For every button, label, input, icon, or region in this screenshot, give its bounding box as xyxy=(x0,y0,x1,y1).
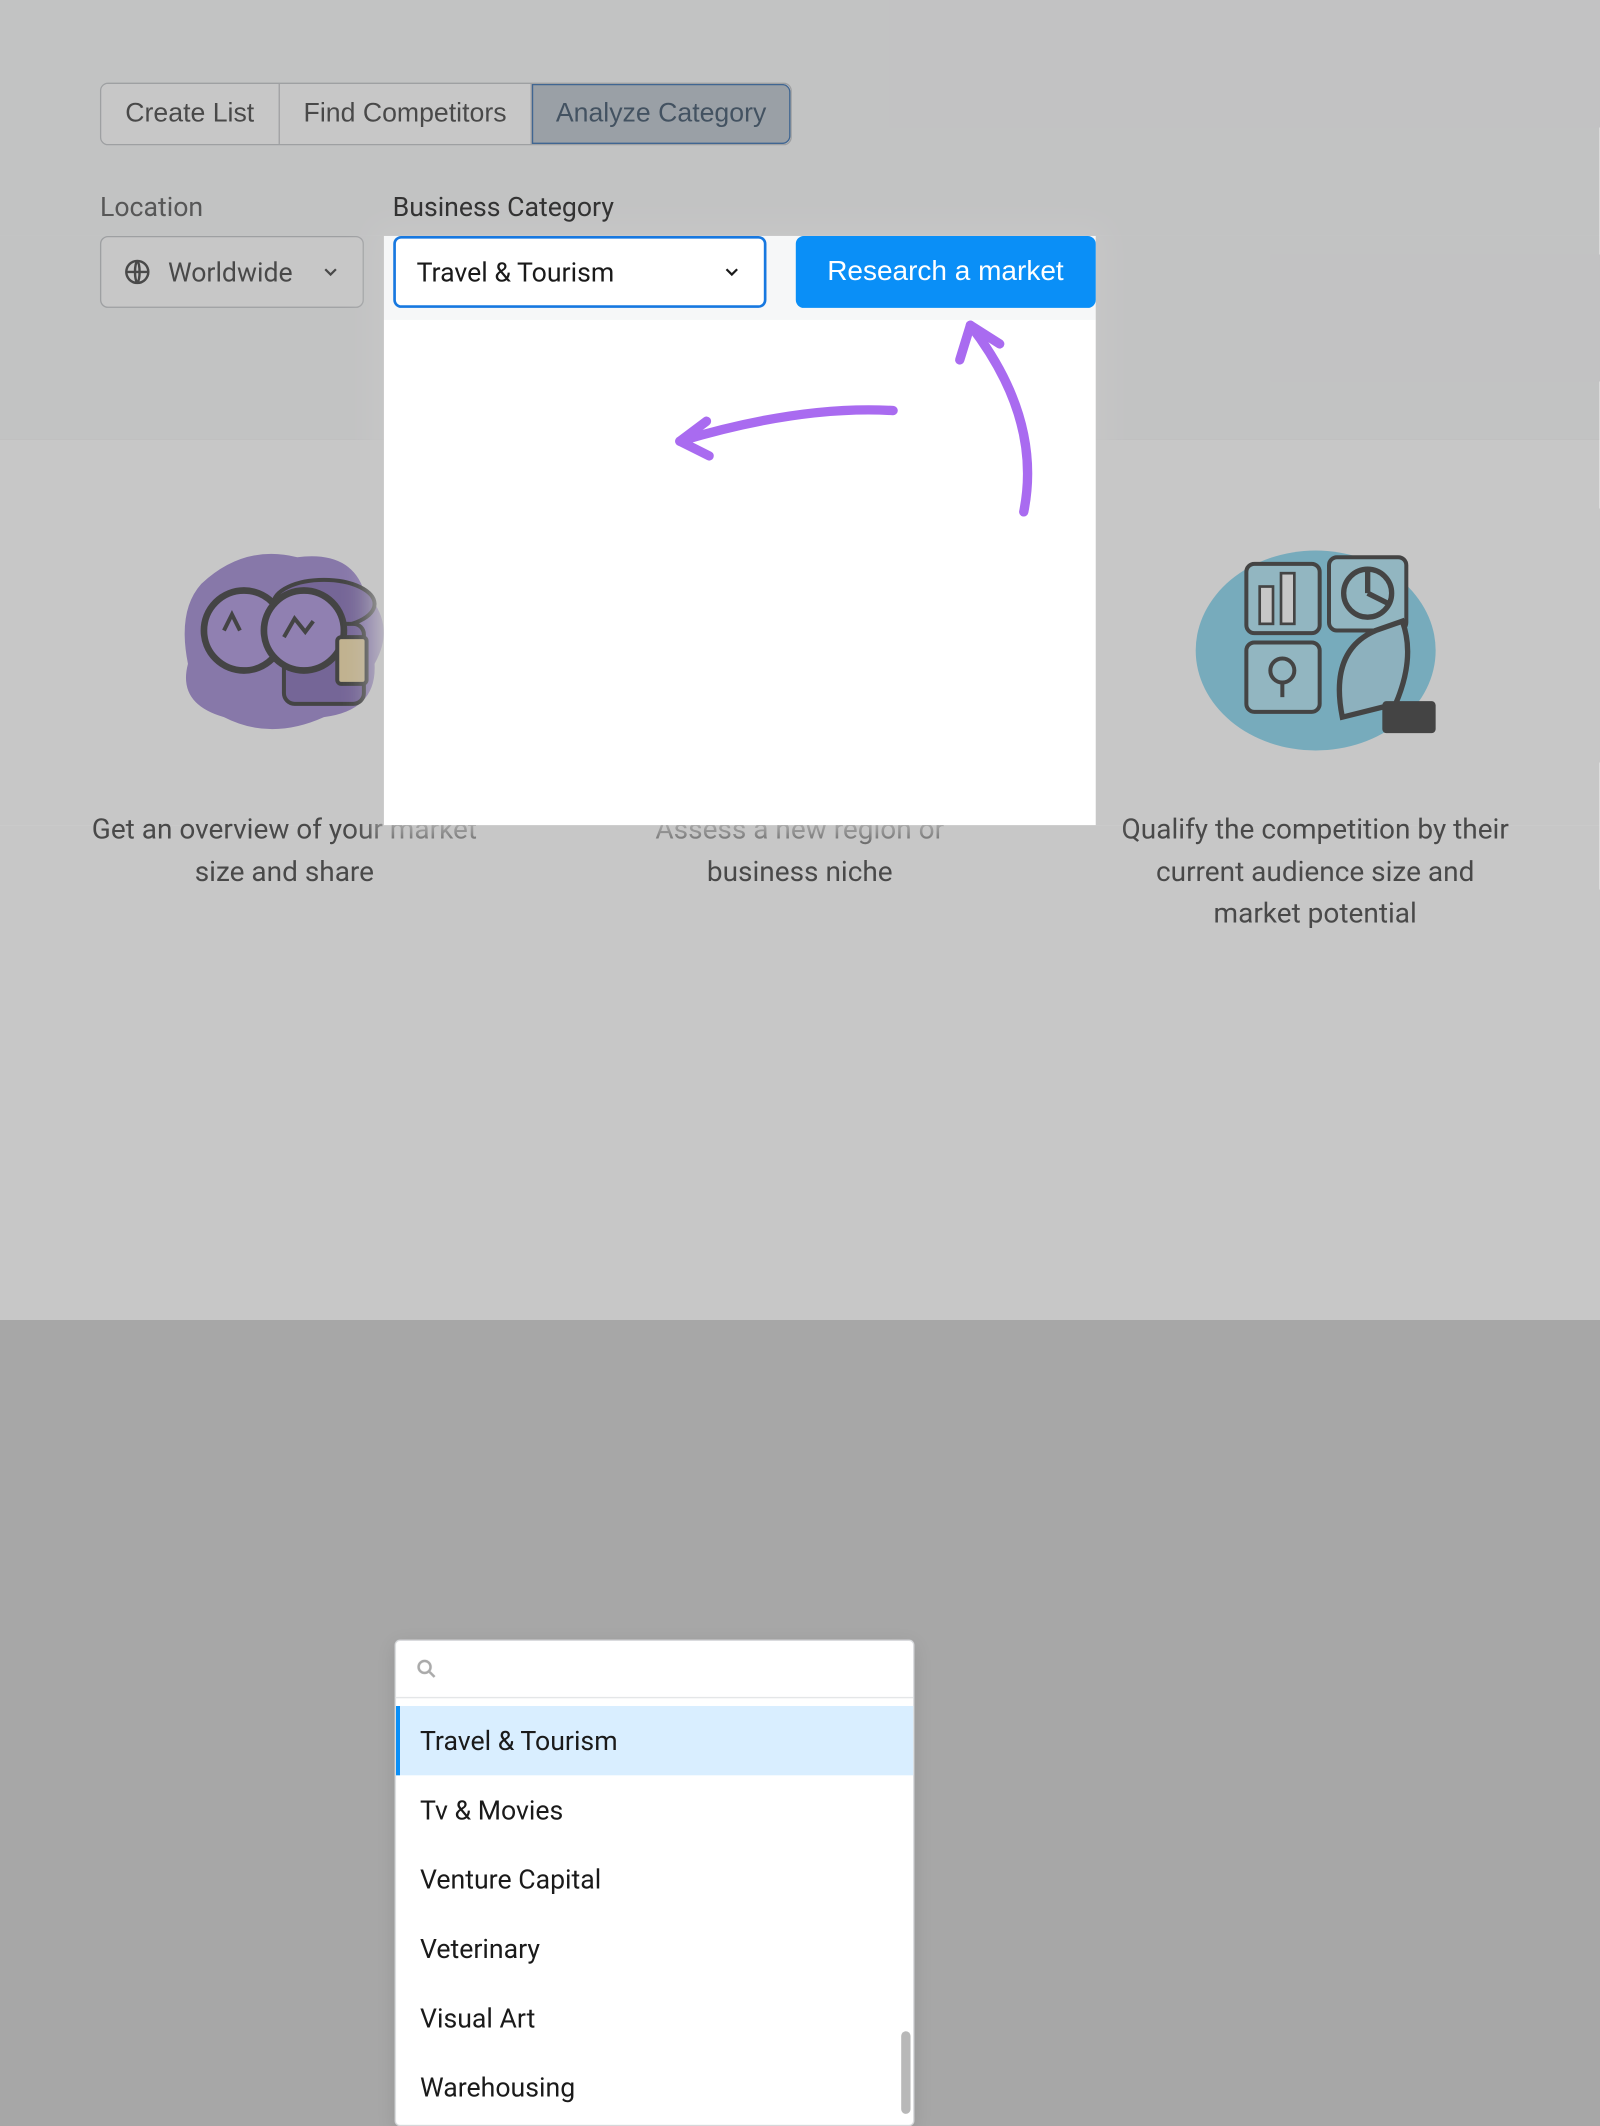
research-market-button[interactable]: Research a market xyxy=(795,236,1095,308)
card-qualify: Qualify the competition by their current… xyxy=(1115,504,1515,937)
card-qualify-text: Qualify the competition by their current… xyxy=(1115,810,1515,936)
dropdown-option-veterinary[interactable]: Veterinary xyxy=(396,1914,913,1983)
search-icon xyxy=(415,1657,439,1681)
highlight-region xyxy=(384,236,1096,825)
location-select[interactable]: Worldwide xyxy=(100,236,363,308)
qualify-illustration xyxy=(1182,504,1449,771)
dropdown-list[interactable]: Travel & Tourism Tv & Movies Venture Cap… xyxy=(396,1698,913,2125)
tab-analyze-category[interactable]: Analyze Category xyxy=(532,84,790,144)
dropdown-option-travel-tourism[interactable]: Travel & Tourism xyxy=(396,1706,913,1775)
scrollbar-thumb[interactable] xyxy=(901,2031,910,2114)
category-label: Business Category xyxy=(393,191,766,223)
chevron-down-icon xyxy=(721,261,742,282)
location-label: Location xyxy=(100,191,363,223)
location-value: Worldwide xyxy=(168,256,293,288)
dropdown-option-tv-movies[interactable]: Tv & Movies xyxy=(396,1776,913,1845)
category-select[interactable]: Travel & Tourism xyxy=(393,236,766,308)
dropdown-option-venture-capital[interactable]: Venture Capital xyxy=(396,1845,913,1914)
dropdown-option-visual-art[interactable]: Visual Art xyxy=(396,1984,913,2053)
location-field: Location Worldwide xyxy=(100,191,363,308)
category-value: Travel & Tourism xyxy=(417,256,615,288)
dropdown-option-warehousing[interactable]: Warehousing xyxy=(396,2053,913,2122)
overview-illustration xyxy=(151,504,418,771)
tab-find-competitors[interactable]: Find Competitors xyxy=(280,84,532,144)
category-field: Business Category Travel & Tourism xyxy=(393,191,766,308)
tab-group: Create List Find Competitors Analyze Cat… xyxy=(100,83,792,146)
dropdown-search[interactable] xyxy=(396,1641,913,1698)
chevron-down-icon xyxy=(319,261,340,282)
tab-create-list[interactable]: Create List xyxy=(101,84,279,144)
category-dropdown: Travel & Tourism Tv & Movies Venture Cap… xyxy=(395,1640,915,2126)
globe-icon xyxy=(123,257,152,286)
